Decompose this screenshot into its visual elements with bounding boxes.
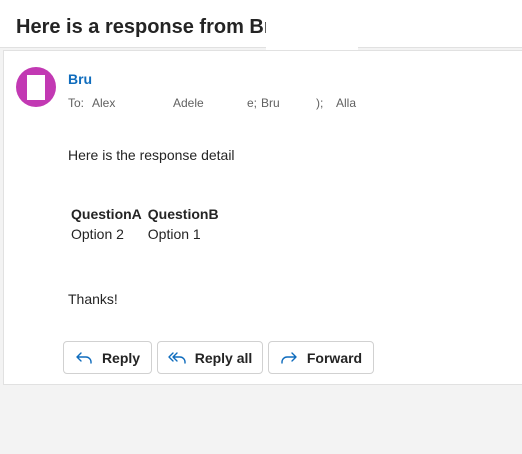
reply-all-icon	[168, 351, 186, 364]
sender-name[interactable]: Bru	[68, 71, 92, 87]
recipient-bru[interactable]: Bru	[261, 96, 280, 110]
reply-icon	[76, 351, 92, 364]
message-card: Bru To: Alex Adele e; Bru ); Alla Here i…	[3, 50, 522, 385]
forward-label: Forward	[306, 349, 363, 366]
body-intro: Here is the response detail	[68, 147, 235, 163]
recipient-separator: );	[316, 96, 324, 110]
table-cell: Option 1	[147, 226, 201, 242]
recipients-prefix: To:	[68, 96, 85, 110]
subject-bar: Here is a response from Bru	[0, 0, 522, 50]
forward-button[interactable]: Forward	[268, 341, 374, 374]
table-header: QuestionA	[71, 206, 142, 222]
redaction-block	[266, 6, 358, 50]
table-header: QuestionB	[147, 206, 219, 222]
recipient-alla[interactable]: Alla	[336, 96, 359, 110]
reply-label: Reply	[101, 349, 141, 366]
recipient-alex[interactable]: Alex	[92, 96, 115, 110]
reply-all-button[interactable]: Reply all	[157, 341, 263, 374]
avatar[interactable]	[16, 67, 56, 107]
forward-icon	[281, 351, 297, 364]
body-closing: Thanks!	[68, 291, 118, 307]
response-table: QuestionA QuestionB Option 2 Option 1	[68, 204, 222, 244]
reply-all-label: Reply all	[194, 349, 253, 366]
table-header-row: QuestionA QuestionB	[68, 204, 222, 224]
table-cell: Option 2	[71, 226, 124, 242]
message-subject: Here is a response from Bru	[16, 16, 284, 38]
recipient-adele[interactable]: Adele	[173, 96, 204, 110]
recipient-separator: e;	[247, 96, 258, 110]
avatar-placeholder-icon	[27, 75, 45, 100]
reply-button[interactable]: Reply	[63, 341, 152, 374]
table-row: Option 2 Option 1	[68, 224, 222, 244]
